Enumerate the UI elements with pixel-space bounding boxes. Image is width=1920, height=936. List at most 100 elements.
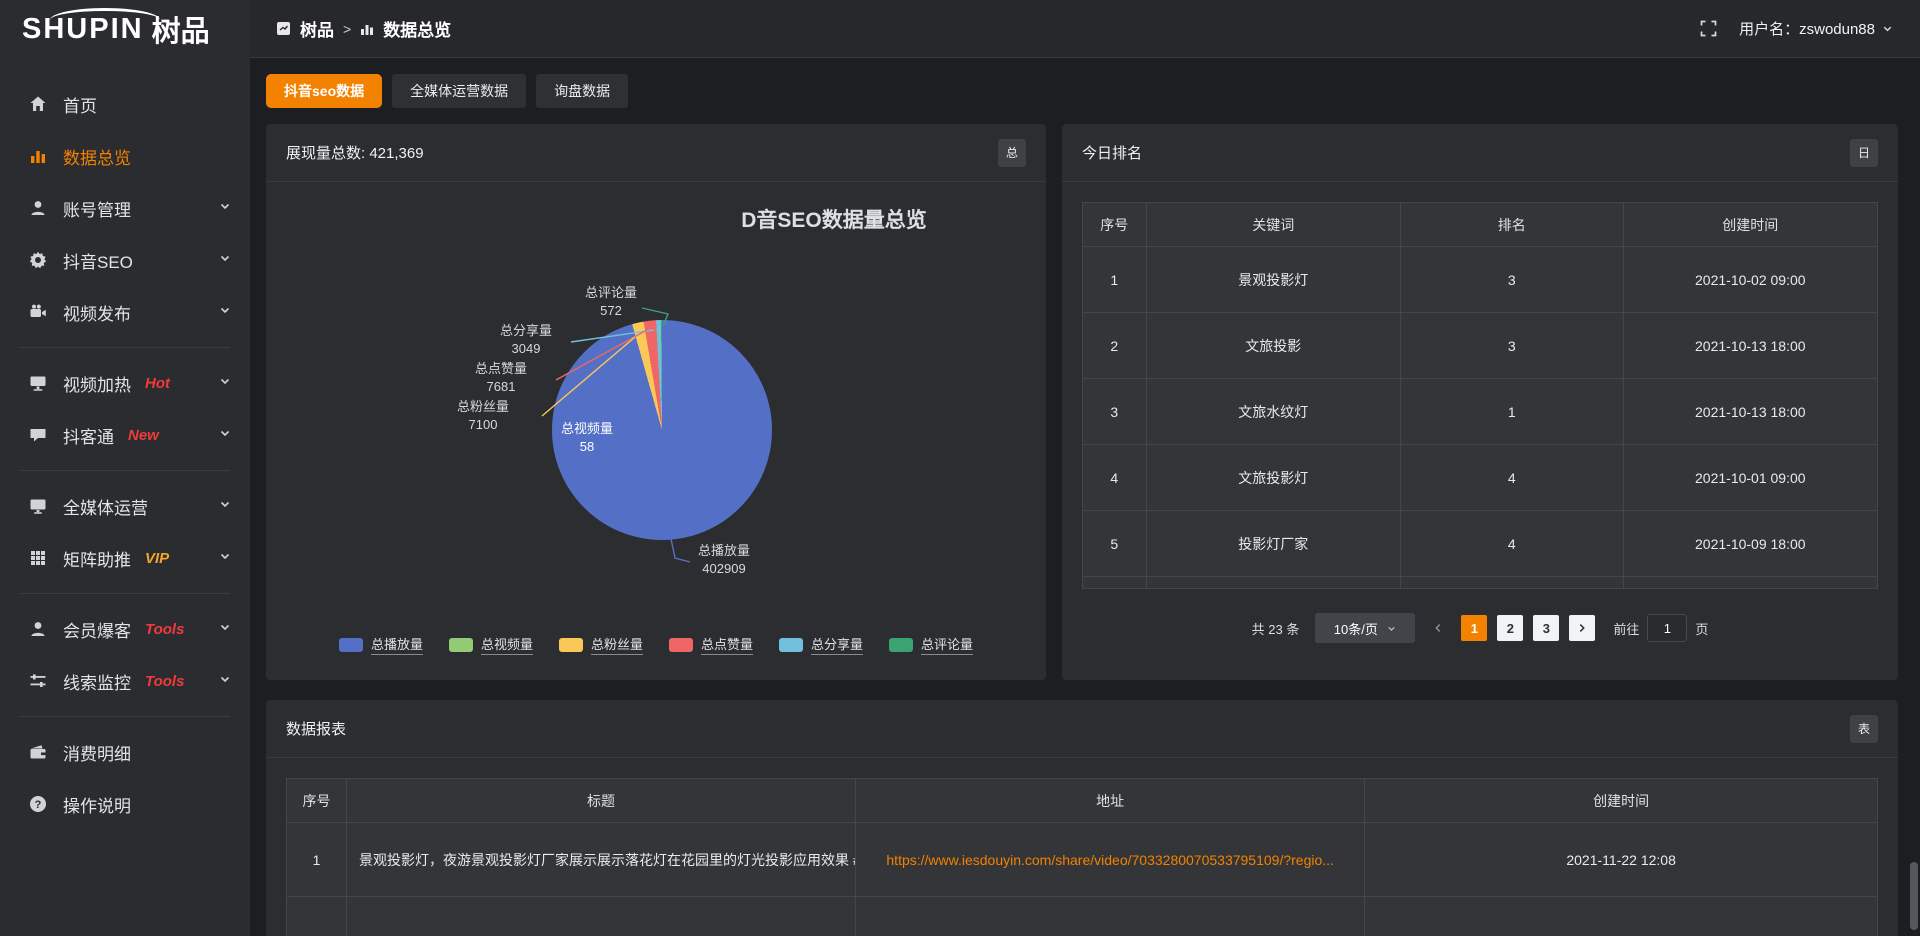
pagination-total: 共 23 条	[1252, 619, 1300, 638]
cell-rank: 1	[1400, 379, 1623, 445]
username-label: 用户名：zswodun88	[1739, 18, 1875, 39]
sidebar-item-label: 首页	[63, 92, 97, 117]
vertical-scrollbar-thumb[interactable]	[1910, 862, 1918, 930]
sidebar-item-member-baoke[interactable]: 会员爆客 Tools	[0, 603, 250, 655]
cell-index: 5	[1083, 511, 1147, 577]
main-content: 抖音seo数据 全媒体运营数据 询盘数据 展现量总数: 421,369 总 D音…	[250, 58, 1920, 936]
sidebar-item-label: 全媒体运营	[63, 494, 148, 519]
table-toggle-button[interactable]: 表	[1850, 715, 1878, 743]
legend-item-plays[interactable]: 总播放量	[339, 634, 423, 655]
sidebar: SHUPIN 树品 首页 数据总览 账号管理	[0, 0, 250, 936]
rank-panel-title: 今日排名	[1082, 142, 1142, 163]
pie-label-fans: 总粉丝量 7100	[438, 398, 528, 434]
sidebar-divider	[20, 716, 230, 717]
overview-panel: 展现量总数: 421,369 总 D音SEO数据量总览 总评论量	[266, 124, 1046, 680]
pie-label-value: 7100	[438, 416, 528, 434]
total-toggle-button[interactable]: 总	[998, 139, 1026, 167]
page-button-2[interactable]: 2	[1497, 615, 1523, 641]
pie-label-name: 总分享量	[481, 322, 571, 340]
pie-label-name: 总视频量	[542, 420, 632, 438]
breadcrumb-home[interactable]: 树品	[300, 16, 334, 41]
tab-omni-media-data[interactable]: 全媒体运营数据	[392, 74, 526, 108]
goto-page: 前往 页	[1613, 614, 1708, 642]
goto-prefix: 前往	[1613, 619, 1639, 638]
cell-index: 4	[1083, 445, 1147, 511]
tab-inquiry-data[interactable]: 询盘数据	[536, 74, 628, 108]
sidebar-item-label: 视频加热	[63, 371, 131, 396]
report-table-wrap: 序号 标题 地址 创建时间 1 景观投影灯，夜游景观投影灯厂家展示展示落花灯在花…	[266, 758, 1898, 936]
page-button-1[interactable]: 1	[1461, 615, 1487, 641]
video-camera-icon	[28, 302, 48, 322]
sidebar-item-label: 操作说明	[63, 792, 131, 817]
legend-swatch	[449, 638, 473, 652]
sidebar-divider	[20, 347, 230, 348]
legend-item-likes[interactable]: 总点赞量	[669, 634, 753, 655]
cell-rank: 4	[1400, 445, 1623, 511]
sidebar-item-video-heat[interactable]: 视频加热 Hot	[0, 357, 250, 409]
app-root: SHUPIN 树品 首页 数据总览 账号管理	[0, 0, 1920, 936]
chevron-down-icon	[218, 671, 232, 691]
cell-keyword: 文旅水纹灯	[1146, 379, 1400, 445]
sidebar-item-label: 线索监控	[63, 669, 131, 694]
chevron-down-icon	[1386, 623, 1397, 634]
report-table-header-row: 序号 标题 地址 创建时间	[287, 779, 1878, 823]
svg-text:?: ?	[35, 799, 42, 811]
sidebar-item-doketong[interactable]: 抖客通 New	[0, 409, 250, 461]
sidebar-item-label: 消费明细	[63, 740, 131, 765]
sidebar-item-home[interactable]: 首页	[0, 78, 250, 130]
bar-chart-icon	[360, 22, 374, 36]
prev-page-button[interactable]	[1425, 615, 1451, 641]
table-row-clipped	[1083, 577, 1878, 589]
sidebar-item-consumption-detail[interactable]: 消费明细	[0, 726, 250, 778]
person-icon	[28, 619, 48, 639]
video-link[interactable]: https://www.iesdouyin.com/share/video/70…	[886, 852, 1334, 868]
cell-title: 景观投影灯，夜游景观投影灯厂家展示展示落花灯在花园里的灯光投影应用效果 #	[347, 823, 856, 897]
col-created: 创建时间	[1623, 203, 1877, 247]
cell-rank: 3	[1400, 247, 1623, 313]
legend-item-fans[interactable]: 总粉丝量	[559, 634, 643, 655]
sidebar-item-instructions[interactable]: ? 操作说明	[0, 778, 250, 830]
next-page-button[interactable]	[1569, 615, 1595, 641]
legend-label: 总粉丝量	[591, 634, 643, 655]
tab-douyin-seo-data[interactable]: 抖音seo数据	[266, 74, 382, 108]
sidebar-item-account-management[interactable]: 账号管理	[0, 182, 250, 234]
data-tabs: 抖音seo数据 全媒体运营数据 询盘数据	[266, 74, 1898, 108]
board-icon	[276, 21, 291, 36]
fullscreen-icon[interactable]	[1700, 20, 1717, 37]
legend-swatch	[339, 638, 363, 652]
sidebar-item-lead-monitor[interactable]: 线索监控 Tools	[0, 655, 250, 707]
cell-rank: 3	[1400, 313, 1623, 379]
legend-item-shares[interactable]: 总分享量	[779, 634, 863, 655]
rank-table-header-row: 序号 关键词 排名 创建时间	[1083, 203, 1878, 247]
chevron-down-icon	[218, 496, 232, 516]
tools-badge: Tools	[145, 673, 184, 690]
overview-panel-header: 展现量总数: 421,369 总	[266, 124, 1046, 182]
sidebar-item-omni-media[interactable]: 全媒体运营	[0, 480, 250, 532]
new-badge: New	[128, 427, 159, 444]
chevron-down-icon	[218, 250, 232, 270]
goto-page-input[interactable]	[1647, 614, 1687, 642]
page-size-select[interactable]: 10条/页	[1315, 613, 1415, 643]
chart-legend: 总播放量 总视频量 总粉丝量 总点赞量	[266, 634, 1046, 655]
legend-label: 总点赞量	[701, 634, 753, 655]
table-row: 1 景观投影灯 3 2021-10-02 09:00	[1083, 247, 1878, 313]
legend-swatch	[889, 638, 913, 652]
sidebar-item-matrix-boost[interactable]: 矩阵助推 VIP	[0, 532, 250, 584]
user-menu[interactable]: 用户名：zswodun88	[1739, 18, 1894, 39]
page-button-3[interactable]: 3	[1533, 615, 1559, 641]
pie-label-videos: 总视频量 58	[542, 420, 632, 456]
cell-rank: 4	[1400, 511, 1623, 577]
rank-panel-header: 今日排名 日	[1062, 124, 1898, 182]
sidebar-item-video-publish[interactable]: 视频发布	[0, 286, 250, 338]
col-title: 标题	[347, 779, 856, 823]
cell-created: 2021-10-13 18:00	[1623, 313, 1877, 379]
sidebar-item-data-overview[interactable]: 数据总览	[0, 130, 250, 182]
col-created: 创建时间	[1365, 779, 1878, 823]
legend-item-videos[interactable]: 总视频量	[449, 634, 533, 655]
sidebar-item-douyin-seo[interactable]: 抖音SEO	[0, 234, 250, 286]
legend-item-comments[interactable]: 总评论量	[889, 634, 973, 655]
breadcrumb-separator: >	[343, 21, 351, 37]
home-icon	[28, 94, 48, 114]
day-toggle-button[interactable]: 日	[1850, 139, 1878, 167]
sliders-icon	[28, 671, 48, 691]
